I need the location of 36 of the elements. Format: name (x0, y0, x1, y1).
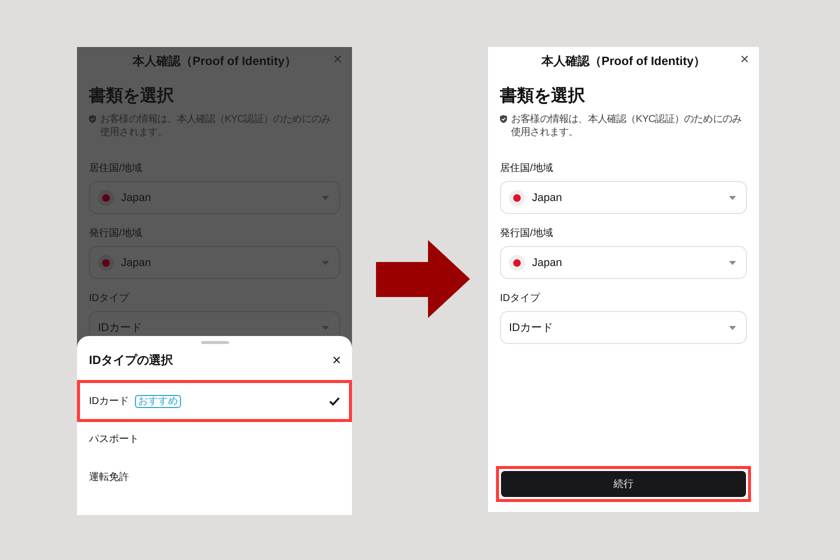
flag-icon (98, 190, 114, 206)
caret-icon (322, 260, 329, 264)
country-select[interactable]: Japan (500, 181, 747, 214)
caret-icon (322, 196, 329, 200)
page-heading: 書類を選択 (500, 85, 586, 107)
flag-icon (509, 190, 525, 206)
flag-icon (509, 254, 525, 270)
field-label: 発行国/地域 (500, 228, 554, 240)
caret-icon (729, 326, 736, 330)
shield-icon (89, 115, 96, 123)
field-label: IDタイプ (89, 293, 130, 305)
sheet-title: IDタイプの選択 (89, 352, 173, 368)
flag-icon (98, 254, 114, 270)
id-type-select[interactable]: IDカード (500, 311, 747, 344)
continue-button[interactable]: 続行 (501, 471, 746, 497)
shield-icon (500, 115, 507, 123)
caret-icon (729, 196, 736, 200)
screen-title: 本人確認（Proof of Identity） (132, 52, 296, 70)
checkmark-icon (329, 396, 340, 406)
country-select[interactable]: Japan (500, 246, 747, 279)
field-label: 発行国/地域 (89, 228, 143, 240)
field-label: 居住国/地域 (89, 163, 143, 175)
caret-icon (729, 260, 736, 264)
id-type-option[interactable]: パスポート (77, 420, 352, 458)
caret-icon (322, 326, 329, 330)
drag-handle[interactable] (200, 341, 228, 344)
recommended-badge: おすすめ (135, 394, 181, 408)
field-label: 居住国/地域 (500, 163, 554, 175)
close-button[interactable]: × (740, 52, 749, 68)
screen-title: 本人確認（Proof of Identity） (542, 52, 706, 70)
field-label: IDタイプ (500, 293, 542, 305)
privacy-notice: お客様の情報は、本人確認（KYC認証）のためにのみ使用されます。 (511, 113, 743, 139)
page-heading: 書類を選択 (89, 85, 175, 107)
id-type-option[interactable]: 運転免許 (77, 458, 352, 496)
close-button[interactable]: × (332, 352, 341, 368)
id-type-option[interactable]: IDカード おすすめ (77, 380, 352, 422)
